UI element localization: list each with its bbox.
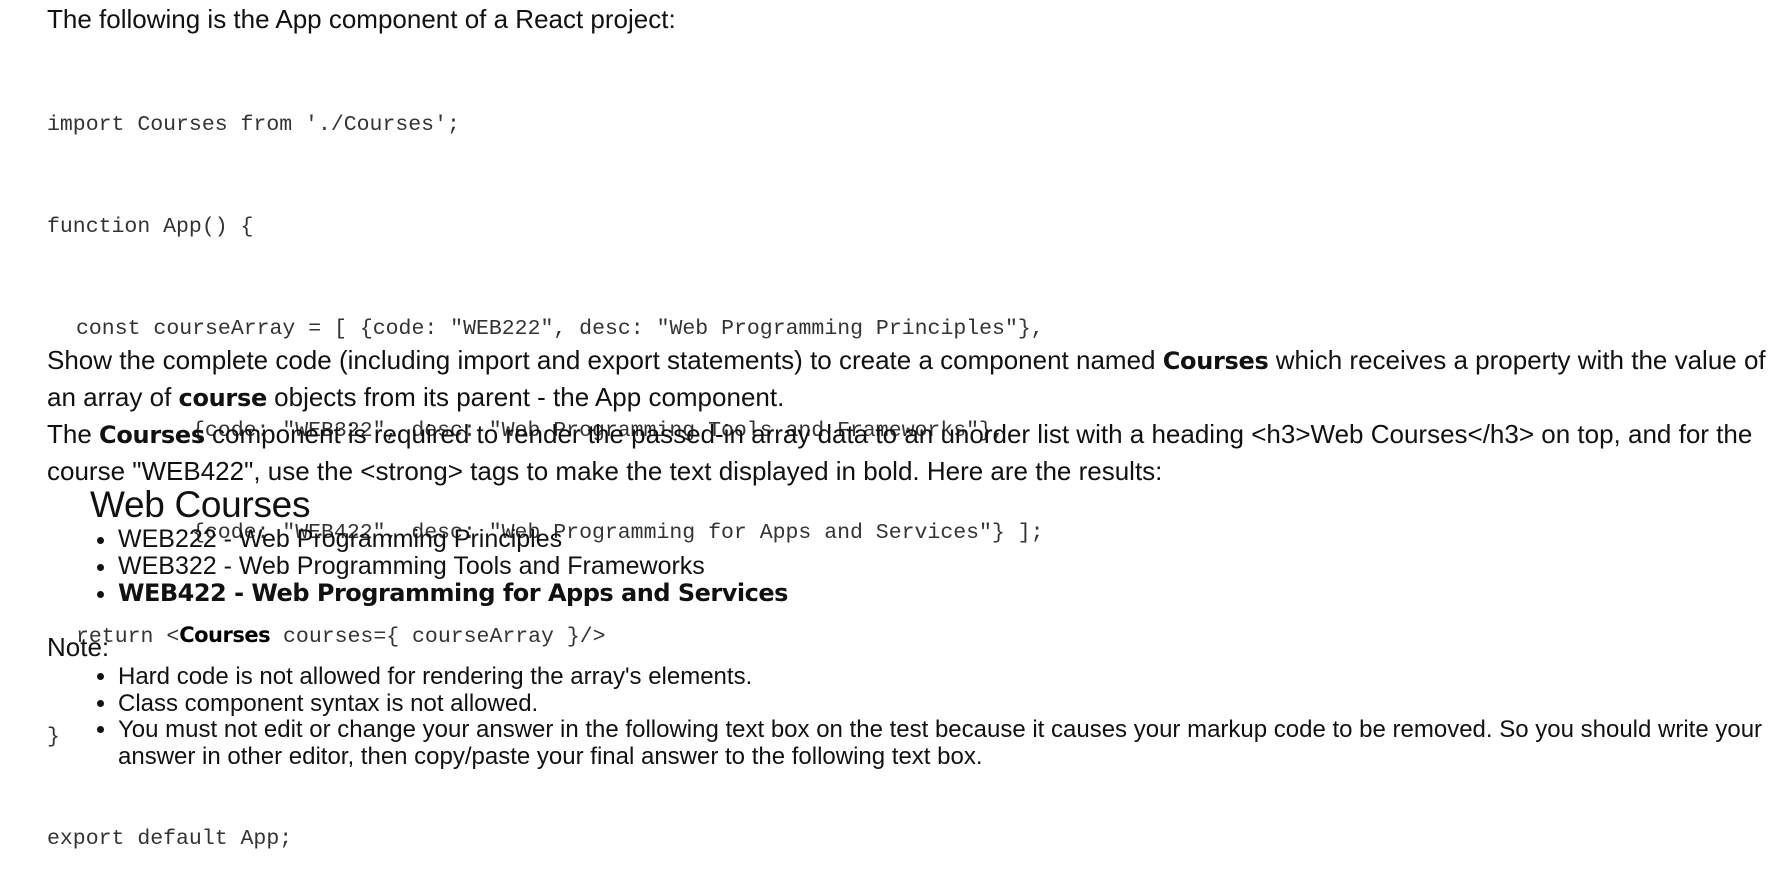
code-line: function App() { <box>47 215 254 239</box>
instruction-text: component is required to render the pass… <box>47 419 1753 486</box>
instructions: Show the complete code (including import… <box>47 342 1767 489</box>
instruction-paragraph-2: The Courses component is required to ren… <box>47 416 1767 489</box>
code-component-name: Courses <box>179 623 271 647</box>
instruction-text: The <box>47 419 100 449</box>
result-heading: Web Courses <box>90 484 311 525</box>
result-preview: Web Courses WEB222 - Web Programming Pri… <box>90 484 788 607</box>
code-line: const courseArray = [ {code: "WEB222", d… <box>76 317 1044 341</box>
note-item: Hard code is not allowed for rendering t… <box>118 663 1781 691</box>
instruction-bold: course <box>178 384 268 412</box>
code-text: courses={ courseArray }/> <box>270 625 606 649</box>
intro-text: The following is the App component of a … <box>47 4 676 34</box>
instruction-bold: Courses <box>99 421 205 449</box>
note-item: Class component syntax is not allowed. <box>118 690 1781 718</box>
note-list: Hard code is not allowed for rendering t… <box>90 663 1781 770</box>
note-label: Note: <box>47 632 110 662</box>
instruction-text: Show the complete code (including import… <box>47 345 1163 375</box>
result-list-item: WEB322 - Web Programming Tools and Frame… <box>118 553 788 580</box>
note-item: You must not edit or change your answer … <box>118 716 1781 770</box>
instruction-text: objects from its parent - the App compon… <box>266 382 785 412</box>
code-line: import Courses from './Courses'; <box>47 113 460 137</box>
code-line: return <Courses courses={ courseArray }/… <box>47 618 1044 652</box>
code-line: export default App; <box>47 827 293 851</box>
instruction-paragraph-1: Show the complete code (including import… <box>47 342 1767 416</box>
result-list-item-bold: WEB422 - Web Programming for Apps and Se… <box>118 580 788 607</box>
result-list: WEB222 - Web Programming Principles WEB3… <box>90 526 788 607</box>
result-list-item: WEB222 - Web Programming Principles <box>118 526 788 553</box>
instruction-bold: Courses <box>1162 347 1269 375</box>
